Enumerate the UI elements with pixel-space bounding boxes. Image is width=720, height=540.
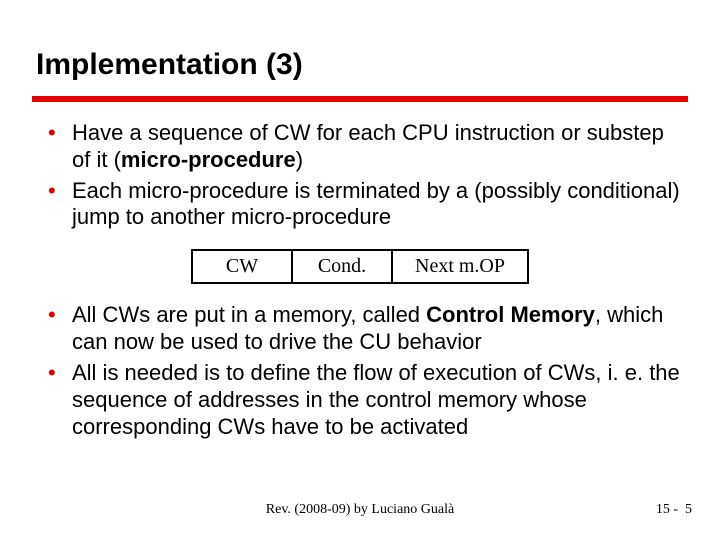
control-word-table: CW Cond. Next m.OP — [32, 249, 688, 284]
list-item: All is needed is to define the flow of e… — [44, 360, 688, 440]
list-item: Have a sequence of CW for each CPU instr… — [44, 120, 688, 174]
list-item: All CWs are put in a memory, called Cont… — [44, 302, 688, 356]
bullet-list-bottom: All CWs are put in a memory, called Cont… — [32, 302, 688, 440]
bullet-text: Each micro-procedure is terminated by a … — [72, 178, 680, 230]
list-item: Each micro-procedure is terminated by a … — [44, 178, 688, 232]
bullet-text: ) — [296, 147, 303, 172]
cell-cw: CW — [191, 249, 291, 284]
page-prefix: 15 - — [656, 502, 678, 517]
slide-footer: Rev. (2008-09) by Luciano Gualà 15 - 5 — [0, 502, 720, 518]
page-number: 5 — [685, 502, 692, 517]
bullet-list-top: Have a sequence of CW for each CPU instr… — [32, 120, 688, 231]
title-underline — [32, 96, 688, 102]
cell-cond: Cond. — [291, 249, 391, 284]
slide: Implementation (3) Have a sequence of CW… — [0, 0, 720, 540]
table-row: CW Cond. Next m.OP — [191, 249, 529, 284]
bullet-bold: micro-procedure — [121, 147, 296, 172]
slide-title: Implementation (3) — [36, 48, 688, 82]
bullet-text: All is needed is to define the flow of e… — [72, 360, 680, 439]
bullet-text: All CWs are put in a memory, called — [72, 302, 426, 327]
footer-page: 15 - 5 — [656, 502, 692, 518]
footer-revision: Rev. (2008-09) by Luciano Gualà — [0, 502, 720, 518]
cell-next-mop: Next m.OP — [391, 249, 529, 284]
bullet-bold: Control Memory — [426, 302, 595, 327]
